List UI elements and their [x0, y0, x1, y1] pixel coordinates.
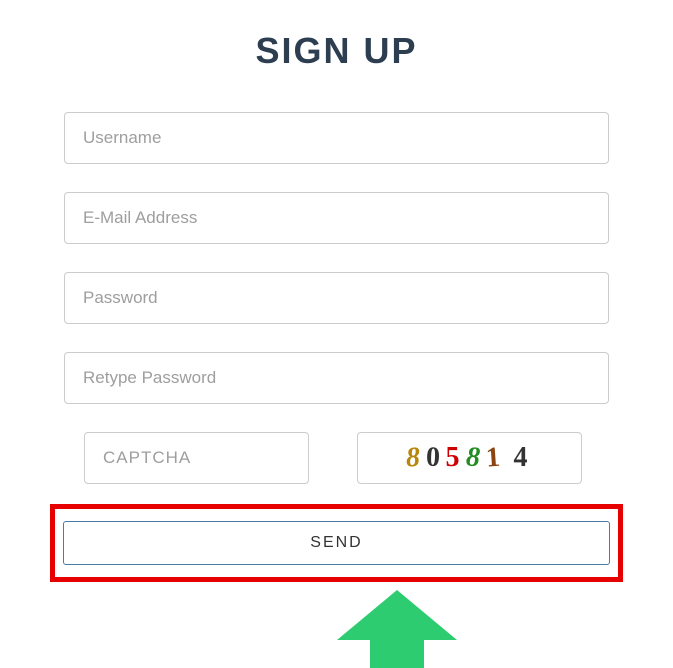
captcha-digit: 0 [425, 442, 446, 475]
password-input[interactable] [64, 272, 609, 324]
username-input[interactable] [64, 112, 609, 164]
captcha-digit: 4 [514, 442, 534, 474]
captcha-digit: 1 [484, 441, 506, 474]
captcha-digit: 5 [446, 442, 466, 474]
retype-password-input[interactable] [64, 352, 609, 404]
captcha-digit: 8 [405, 441, 427, 474]
email-input[interactable] [64, 192, 609, 244]
captcha-image: 8 0 5 8 1 4 [357, 432, 582, 484]
send-highlight-box: SEND [50, 504, 623, 582]
page-title: SIGN UP [64, 30, 609, 72]
captcha-digit: 8 [465, 441, 487, 474]
captcha-input[interactable] [84, 432, 309, 484]
captcha-row: 8 0 5 8 1 4 [84, 432, 609, 484]
send-button[interactable]: SEND [63, 521, 610, 565]
